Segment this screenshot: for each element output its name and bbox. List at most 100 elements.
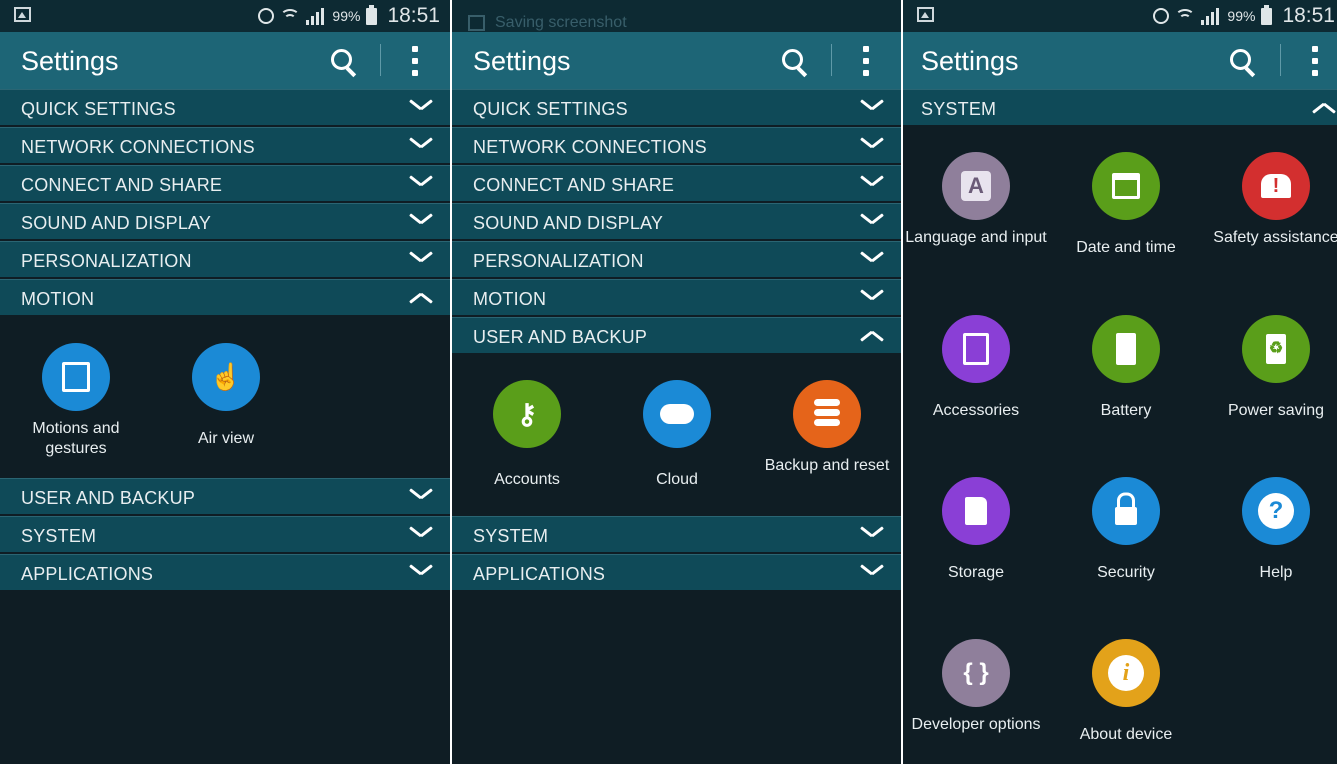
section-label: SYSTEM bbox=[473, 526, 549, 546]
recycle-battery-icon: ♻ bbox=[1242, 315, 1310, 383]
clock: 18:51 bbox=[387, 4, 440, 27]
section-label: SOUND AND DISPLAY bbox=[473, 213, 664, 233]
settings-panel-system: 99% 18:51 Settings SYSTEM A Language and… bbox=[903, 0, 1337, 764]
notification-text: Saving screenshot bbox=[495, 14, 627, 31]
section-personalization[interactable]: PERSONALIZATION bbox=[0, 241, 450, 277]
tile-label: Help bbox=[1259, 564, 1293, 581]
tile-label: Motions and gestures bbox=[32, 420, 120, 457]
more-options-icon[interactable] bbox=[1312, 46, 1318, 76]
wifi-icon bbox=[1175, 7, 1196, 25]
status-bar: Saving screenshot bbox=[452, 0, 901, 32]
section-system[interactable]: SYSTEM bbox=[0, 516, 450, 552]
section-label: CONNECT AND SHARE bbox=[473, 175, 675, 195]
chevron-down-icon bbox=[410, 213, 432, 227]
chevron-down-icon bbox=[410, 99, 432, 113]
section-motion[interactable]: MOTION bbox=[452, 279, 901, 315]
tile-accounts[interactable]: ⚷ Accounts bbox=[452, 380, 602, 490]
section-personalization[interactable]: PERSONALIZATION bbox=[452, 241, 901, 277]
battery-percent: 99% bbox=[332, 8, 361, 24]
tile-about-device[interactable]: i About device bbox=[1051, 639, 1201, 745]
section-connect-and-share[interactable]: CONNECT AND SHARE bbox=[0, 165, 450, 201]
section-applications[interactable]: APPLICATIONS bbox=[452, 554, 901, 590]
chevron-down-icon bbox=[410, 526, 432, 540]
database-reset-icon bbox=[793, 380, 861, 448]
section-label: NETWORK CONNECTIONS bbox=[473, 137, 707, 157]
alert-icon: ! bbox=[1242, 152, 1310, 220]
more-options-icon[interactable] bbox=[412, 46, 418, 76]
tile-developer-options[interactable]: { } Developer options bbox=[903, 639, 1051, 735]
chevron-down-icon bbox=[410, 564, 432, 578]
section-label: SYSTEM bbox=[921, 99, 997, 119]
page-title: Settings bbox=[473, 46, 571, 76]
search-icon[interactable] bbox=[782, 49, 808, 78]
lock-icon bbox=[1092, 477, 1160, 545]
tile-label: Language and input bbox=[905, 229, 1047, 246]
tile-date-and-time[interactable]: Date and time bbox=[1051, 152, 1201, 258]
section-network-connections[interactable]: NETWORK CONNECTIONS bbox=[452, 127, 901, 163]
chevron-down-icon bbox=[861, 213, 883, 227]
section-quick-settings[interactable]: QUICK SETTINGS bbox=[0, 89, 450, 125]
section-motion[interactable]: MOTION bbox=[0, 279, 450, 315]
section-user-and-backup[interactable]: USER AND BACKUP bbox=[452, 317, 901, 353]
chevron-down-icon bbox=[410, 175, 432, 189]
tile-label: Cloud bbox=[656, 471, 698, 488]
chevron-down-icon bbox=[410, 137, 432, 151]
section-quick-settings[interactable]: QUICK SETTINGS bbox=[452, 89, 901, 125]
signal-icon bbox=[306, 7, 326, 25]
chevron-up-icon bbox=[410, 289, 432, 303]
system-content: A Language and input Date and time ! Saf… bbox=[903, 125, 1337, 764]
tile-battery[interactable]: Battery bbox=[1051, 315, 1201, 421]
section-user-and-backup[interactable]: USER AND BACKUP bbox=[0, 478, 450, 514]
tile-storage[interactable]: Storage bbox=[903, 477, 1051, 583]
tile-label: Storage bbox=[947, 564, 1005, 581]
tile-label: Date and time bbox=[1076, 239, 1176, 256]
section-label: USER AND BACKUP bbox=[21, 488, 196, 508]
page-title: Settings bbox=[21, 46, 119, 76]
chevron-down-icon bbox=[410, 251, 432, 265]
tile-language-and-input[interactable]: A Language and input bbox=[903, 152, 1051, 248]
tile-label: Security bbox=[1097, 564, 1155, 581]
screenshot-notification-icon bbox=[14, 7, 31, 22]
chevron-down-icon bbox=[861, 289, 883, 303]
braces-icon: { } bbox=[942, 639, 1010, 707]
chevron-down-icon bbox=[861, 251, 883, 265]
appbar-divider bbox=[1280, 44, 1281, 76]
alarm-icon bbox=[1153, 8, 1170, 24]
tile-accessories[interactable]: Accessories bbox=[903, 315, 1051, 421]
tile-backup-and-reset[interactable]: Backup and reset bbox=[752, 380, 901, 476]
more-options-icon[interactable] bbox=[863, 46, 869, 76]
settings-panel-motion: 99% 18:51 Settings QUICK SETTINGS NETWOR… bbox=[0, 0, 450, 764]
battery-percent: 99% bbox=[1227, 8, 1256, 24]
status-bar: 99% 18:51 bbox=[0, 0, 450, 32]
section-sound-and-display[interactable]: SOUND AND DISPLAY bbox=[0, 203, 450, 239]
motions-icon bbox=[42, 343, 110, 411]
section-label: APPLICATIONS bbox=[21, 564, 154, 584]
motion-content: Motions and gestures ☝ Air view bbox=[0, 317, 450, 478]
section-system[interactable]: SYSTEM bbox=[903, 89, 1337, 125]
tile-motions-and-gestures[interactable]: Motions and gestures bbox=[1, 343, 151, 459]
tile-label: Power saving bbox=[1227, 402, 1325, 419]
calendar-clock-icon bbox=[1092, 152, 1160, 220]
tile-security[interactable]: Security bbox=[1051, 477, 1201, 583]
tile-air-view[interactable]: ☝ Air view bbox=[151, 343, 301, 449]
chevron-down-icon bbox=[861, 99, 883, 113]
chevron-down-icon bbox=[410, 488, 432, 502]
tile-safety-assistance[interactable]: ! Safety assistance bbox=[1201, 152, 1337, 248]
search-icon[interactable] bbox=[331, 49, 357, 78]
tile-power-saving[interactable]: ♻ Power saving bbox=[1201, 315, 1337, 421]
signal-icon bbox=[1201, 7, 1221, 25]
section-applications[interactable]: APPLICATIONS bbox=[0, 554, 450, 590]
section-sound-and-display[interactable]: SOUND AND DISPLAY bbox=[452, 203, 901, 239]
page-title: Settings bbox=[921, 46, 1019, 76]
section-network-connections[interactable]: NETWORK CONNECTIONS bbox=[0, 127, 450, 163]
tile-label: About device bbox=[1079, 726, 1173, 743]
key-icon: ⚷ bbox=[493, 380, 561, 448]
tile-help[interactable]: ? Help bbox=[1201, 477, 1337, 583]
settings-panel-user-backup: Saving screenshot Settings QUICK SETTING… bbox=[452, 0, 901, 764]
section-connect-and-share[interactable]: CONNECT AND SHARE bbox=[452, 165, 901, 201]
saving-screenshot-notification: Saving screenshot bbox=[468, 14, 627, 32]
clock: 18:51 bbox=[1282, 4, 1335, 27]
search-icon[interactable] bbox=[1230, 49, 1256, 78]
section-system[interactable]: SYSTEM bbox=[452, 516, 901, 552]
tile-cloud[interactable]: Cloud bbox=[602, 380, 752, 490]
